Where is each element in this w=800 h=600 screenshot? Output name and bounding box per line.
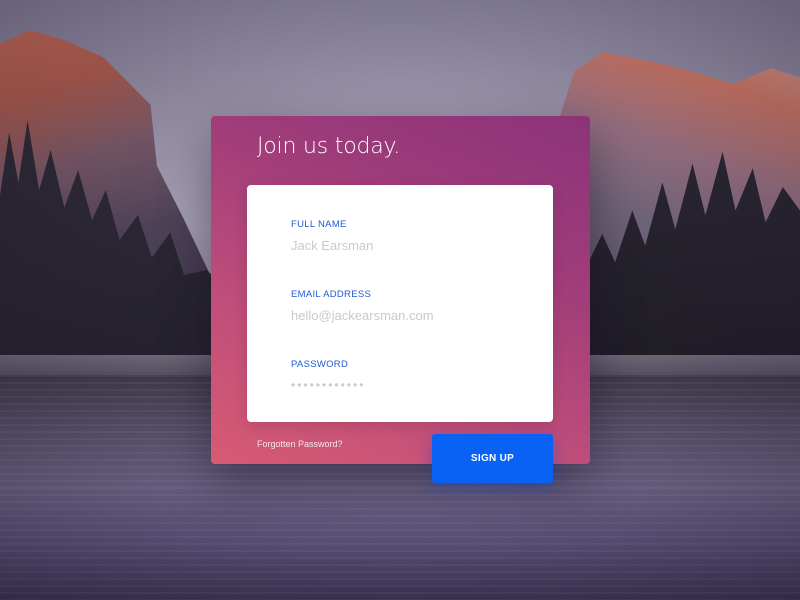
full-name-label: FULL NAME bbox=[291, 219, 347, 230]
sign-up-button[interactable]: SIGN UP bbox=[432, 434, 553, 483]
card-title: Join us today. bbox=[257, 134, 401, 159]
email-label: EMAIL ADDRESS bbox=[291, 289, 372, 300]
email-field: EMAIL ADDRESS bbox=[291, 289, 521, 323]
signup-form: FULL NAME EMAIL ADDRESS PASSWORD bbox=[247, 185, 553, 422]
full-name-field: FULL NAME bbox=[291, 219, 521, 253]
password-input[interactable] bbox=[291, 378, 511, 392]
full-name-input[interactable] bbox=[291, 238, 511, 253]
password-label: PASSWORD bbox=[291, 359, 349, 370]
password-field: PASSWORD bbox=[291, 359, 521, 392]
forgot-password-link[interactable]: Forgotten Password? bbox=[257, 439, 343, 449]
signup-card: Join us today. FULL NAME EMAIL ADDRESS P… bbox=[211, 116, 590, 483]
email-input[interactable] bbox=[291, 308, 511, 323]
